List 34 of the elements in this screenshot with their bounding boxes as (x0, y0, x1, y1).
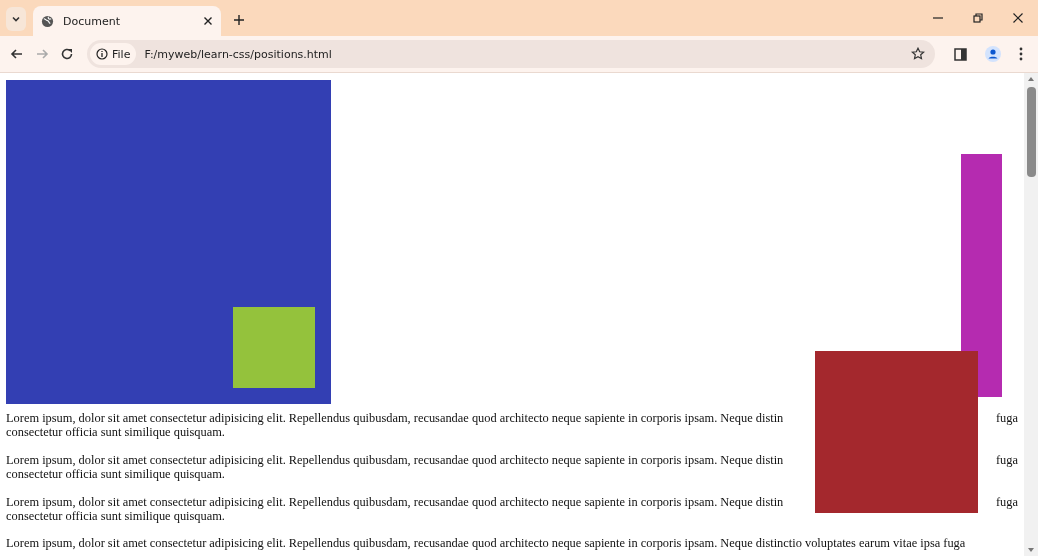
site-info-chip[interactable]: File (90, 43, 137, 65)
reload-icon[interactable] (60, 47, 74, 61)
close-window-icon[interactable] (1012, 12, 1024, 24)
star-icon[interactable] (911, 47, 925, 61)
globe-icon (41, 14, 54, 28)
paragraph-text: Lorem ipsum, dolor sit amet consectetur adipisicing elit. Repellendus quibusdam, recusandae quod architecto neque sapiente in corporis ipsam. Neque distin (6, 452, 784, 468)
address-bar[interactable]: File F:/myweb/learn-css/positions.html (87, 40, 935, 68)
paragraph-text: consectetur officia sunt similique quisquam. (6, 509, 226, 524)
paragraph-text: fuga (995, 411, 1018, 426)
close-icon[interactable] (203, 16, 213, 26)
scroll-up-icon[interactable] (1028, 77, 1034, 81)
paragraph-text: consectetur officia sunt similique quisquam. (6, 467, 226, 482)
scrollbar-thumb[interactable] (1026, 87, 1036, 177)
tab-title: Document (63, 14, 121, 28)
scroll-down-icon[interactable] (1028, 548, 1034, 552)
paragraph-text: fuga (995, 494, 1018, 510)
paragraph-text: Lorem ipsum, dolor sit amet consectetur adipisicing elit. Repellendus quibusdam, recusandae quod architecto neque sapiente in corporis ipsam. Neque distinctio voluptates earum vitae ipsa fuga (6, 536, 966, 551)
tab-list-button[interactable] (6, 7, 26, 31)
restore-icon[interactable] (972, 12, 984, 24)
chevron-down-icon (11, 14, 21, 24)
paragraph-text: Lorem ipsum, dolor sit amet consectetur adipisicing elit. Repellendus quibusdam, recusandae quod architecto neque sapiente in corporis ipsam. Neque distin (6, 411, 784, 426)
profile-icon[interactable] (985, 46, 1001, 62)
browser-tab[interactable]: Document (33, 6, 221, 36)
paragraph-text: consectetur officia sunt similique quisquam. (6, 425, 226, 440)
url-text: F:/myweb/learn-css/positions.html (144, 47, 332, 61)
side-panel-icon[interactable] (954, 47, 967, 61)
paragraph-text: Lorem ipsum, dolor sit amet consectetur adipisicing elit. Repellendus quibusdam, recusandae quod architecto neque sapiente in corporis ipsam. Neque distin (6, 494, 784, 510)
scrollbar[interactable] (1024, 73, 1038, 556)
menu-icon[interactable] (1019, 47, 1023, 61)
back-arrow-icon[interactable] (10, 47, 24, 61)
scheme-label: File (112, 47, 131, 61)
paragraph-text: fuga (995, 452, 1018, 468)
new-tab-icon[interactable] (233, 14, 245, 26)
info-icon (96, 48, 108, 60)
